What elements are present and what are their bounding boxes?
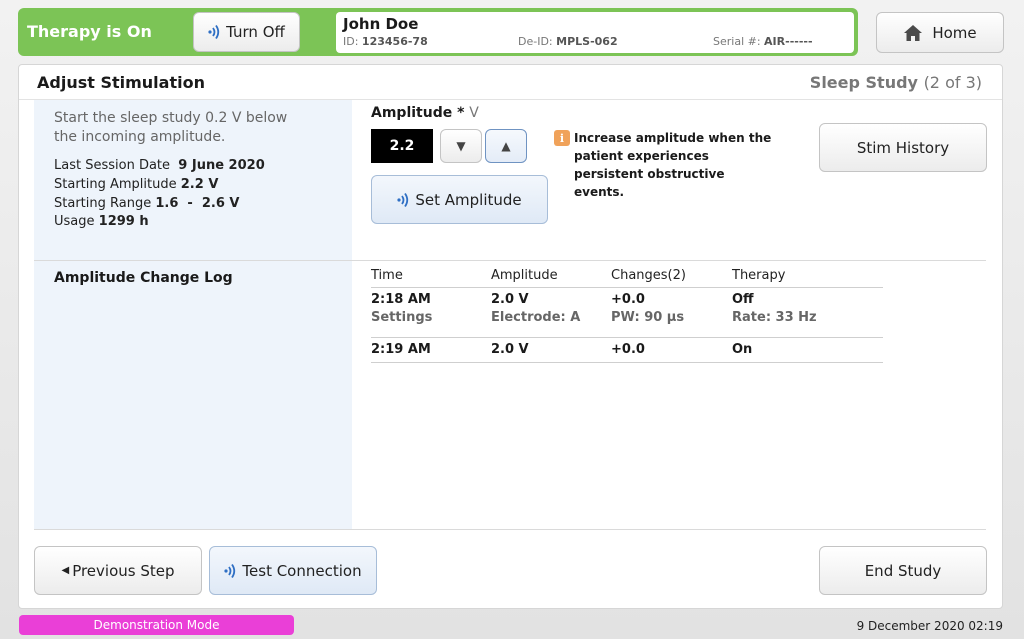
table-cell: PW: 90 µs	[611, 310, 685, 325]
triangle-left-icon: ◀	[61, 565, 70, 576]
demonstration-mode-badge: Demonstration Mode	[19, 615, 294, 635]
patient-id: ID: 123456-78	[343, 35, 428, 48]
wireless-icon	[224, 563, 236, 578]
adjust-stimulation-panel: Adjust Stimulation Sleep Study (2 of 3) …	[18, 64, 1003, 609]
table-row: 2:18 AM 2.0 V +0.0 Off	[371, 288, 883, 310]
amplitude-value-display: 2.2	[371, 129, 433, 163]
panel-title: Adjust Stimulation	[37, 73, 205, 92]
table-cell: Electrode: A	[491, 310, 581, 325]
footer-divider	[34, 529, 986, 530]
column-header: Changes(2)	[611, 268, 686, 283]
amplitude-increase-button[interactable]: ▲	[485, 129, 527, 163]
section-divider	[34, 260, 986, 261]
starting-amplitude: Starting Amplitude 2.2 V	[54, 177, 219, 192]
therapy-status-bar: Therapy is On Turn Off John Doe ID: 1234…	[18, 8, 858, 56]
column-header: Amplitude	[491, 268, 558, 283]
table-cell: 2.0 V	[491, 292, 529, 307]
home-icon	[904, 24, 923, 41]
table-header-row: Time Amplitude Changes(2) Therapy	[371, 265, 883, 287]
last-session-date: Last Session Date 9 June 2020	[54, 158, 265, 173]
amplitude-decrease-button[interactable]: ▼	[440, 129, 482, 163]
triangle-down-icon: ▼	[456, 139, 466, 153]
starting-range: Starting Range 1.6 - 2.6 V	[54, 196, 240, 211]
table-cell: +0.0	[611, 342, 645, 357]
table-cell: 2:19 AM	[371, 342, 431, 357]
table-row: 2:19 AM 2.0 V +0.0 On	[371, 338, 883, 360]
home-button[interactable]: Home	[876, 12, 1004, 53]
stim-history-button[interactable]: Stim History	[819, 123, 987, 172]
step-name: Sleep Study	[809, 73, 918, 92]
previous-step-label: Previous Step	[72, 561, 175, 580]
step-count: (2 of 3)	[923, 73, 982, 92]
table-cell: Off	[732, 292, 754, 307]
therapy-status-label: Therapy is On	[27, 22, 152, 41]
usage: Usage 1299 h	[54, 214, 149, 229]
table-cell: +0.0	[611, 292, 645, 307]
change-log-table: Time Amplitude Changes(2) Therapy 2:18 A…	[371, 265, 883, 363]
end-study-label: End Study	[864, 561, 942, 580]
home-label: Home	[932, 23, 977, 42]
triangle-up-icon: ▲	[501, 139, 511, 153]
table-row-details: Settings Electrode: A PW: 90 µs Rate: 33…	[371, 310, 883, 332]
set-amplitude-button[interactable]: Set Amplitude	[371, 175, 548, 224]
wireless-icon	[208, 24, 220, 40]
test-connection-label: Test Connection	[242, 561, 362, 580]
patient-deid: De-ID: MPLS-062	[518, 35, 618, 48]
patient-info-card: John Doe ID: 123456-78 De-ID: MPLS-062 S…	[336, 12, 854, 53]
patient-name: John Doe	[343, 15, 419, 33]
previous-step-button[interactable]: ◀ Previous Step	[34, 546, 202, 595]
table-cell: Settings	[371, 310, 433, 325]
table-cell: Rate: 33 Hz	[732, 310, 817, 325]
turn-off-button[interactable]: Turn Off	[193, 12, 300, 52]
amplitude-label: Amplitude * V	[371, 105, 479, 121]
table-cell: 2.0 V	[491, 342, 529, 357]
table-cell: On	[732, 342, 753, 357]
wireless-icon	[397, 192, 409, 207]
stim-history-label: Stim History	[856, 138, 950, 157]
end-study-button[interactable]: End Study	[819, 546, 987, 595]
step-indicator: Sleep Study (2 of 3)	[810, 73, 982, 92]
column-header: Therapy	[732, 268, 786, 283]
amplitude-hint: Increase amplitude when the patient expe…	[574, 131, 772, 199]
column-header: Time	[371, 268, 403, 283]
info-icon: i	[554, 130, 570, 146]
test-connection-button[interactable]: Test Connection	[209, 546, 377, 595]
instruction-text: Start the sleep study 0.2 V below the in…	[54, 110, 288, 145]
set-amplitude-label: Set Amplitude	[415, 190, 522, 209]
table-cell: 2:18 AM	[371, 292, 431, 307]
current-datetime: 9 December 2020 02:19	[856, 619, 1003, 633]
device-serial: Serial #: AIR------	[713, 35, 813, 48]
turn-off-label: Turn Off	[226, 23, 285, 41]
change-log-title: Amplitude Change Log	[54, 270, 233, 286]
row-divider	[371, 362, 883, 363]
